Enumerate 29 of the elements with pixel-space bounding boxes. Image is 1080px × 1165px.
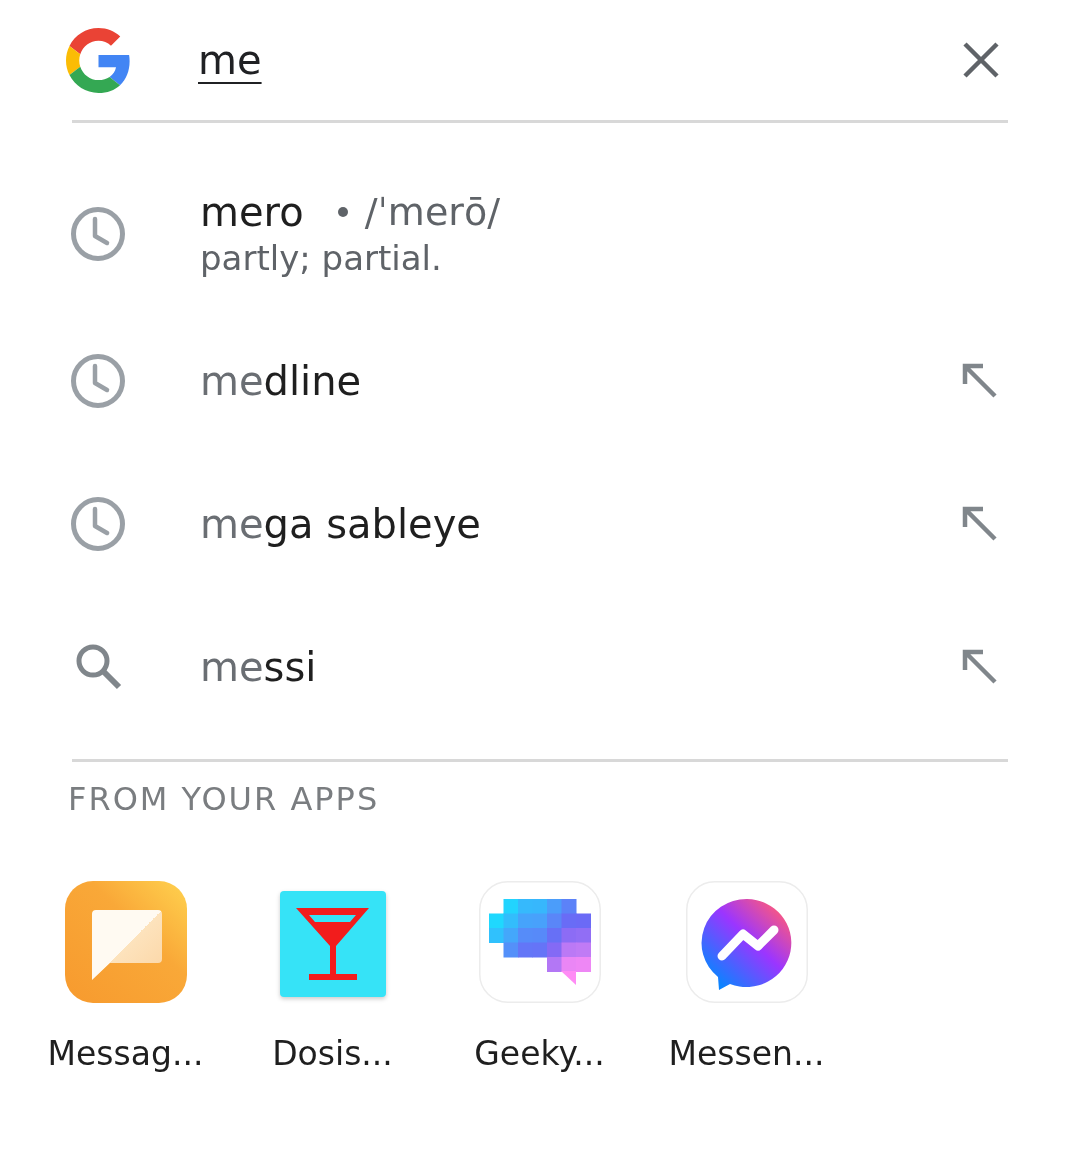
fill-query-button[interactable]	[962, 648, 998, 685]
arrow-up-left-icon	[962, 505, 998, 542]
app-shortcut[interactable]: Messag...	[22, 881, 229, 1074]
search-field[interactable]: me	[198, 32, 962, 88]
chat-bubble-app-icon	[685, 881, 808, 1003]
suggestion-text[interactable]: mega sableye	[200, 498, 481, 549]
clock-icon	[70, 206, 126, 262]
clear-button[interactable]	[962, 41, 1000, 79]
definition-text: partly; partial.	[200, 237, 443, 280]
fill-query-button[interactable]	[962, 362, 998, 399]
section-heading: FROM YOUR APPS	[68, 779, 381, 819]
app-shortcut[interactable]: Messen...	[643, 881, 850, 1074]
close-icon	[962, 41, 1000, 79]
pixel-brain-app-icon	[478, 881, 601, 1003]
app-shortcut[interactable]: Geeky...	[436, 881, 643, 1074]
phonetic-text: /ˈmerō/	[364, 189, 500, 236]
app-shortcut[interactable]: Dosis...	[229, 881, 436, 1074]
bullet-dot-icon	[337, 207, 348, 217]
fill-query-button[interactable]	[962, 505, 998, 542]
definition-term[interactable]: mero	[200, 188, 304, 236]
suggestion-text[interactable]: messi	[200, 641, 317, 692]
g-logo-icon	[66, 27, 131, 93]
arrow-up-left-icon	[962, 648, 998, 685]
clock-icon	[70, 352, 126, 409]
clock-icon	[70, 495, 126, 552]
arrow-up-left-icon	[962, 362, 998, 399]
speech-bubble-app-icon	[64, 881, 187, 1003]
cocktail-glass-app-icon	[279, 891, 386, 997]
suggestion-text[interactable]: medline	[200, 355, 362, 406]
